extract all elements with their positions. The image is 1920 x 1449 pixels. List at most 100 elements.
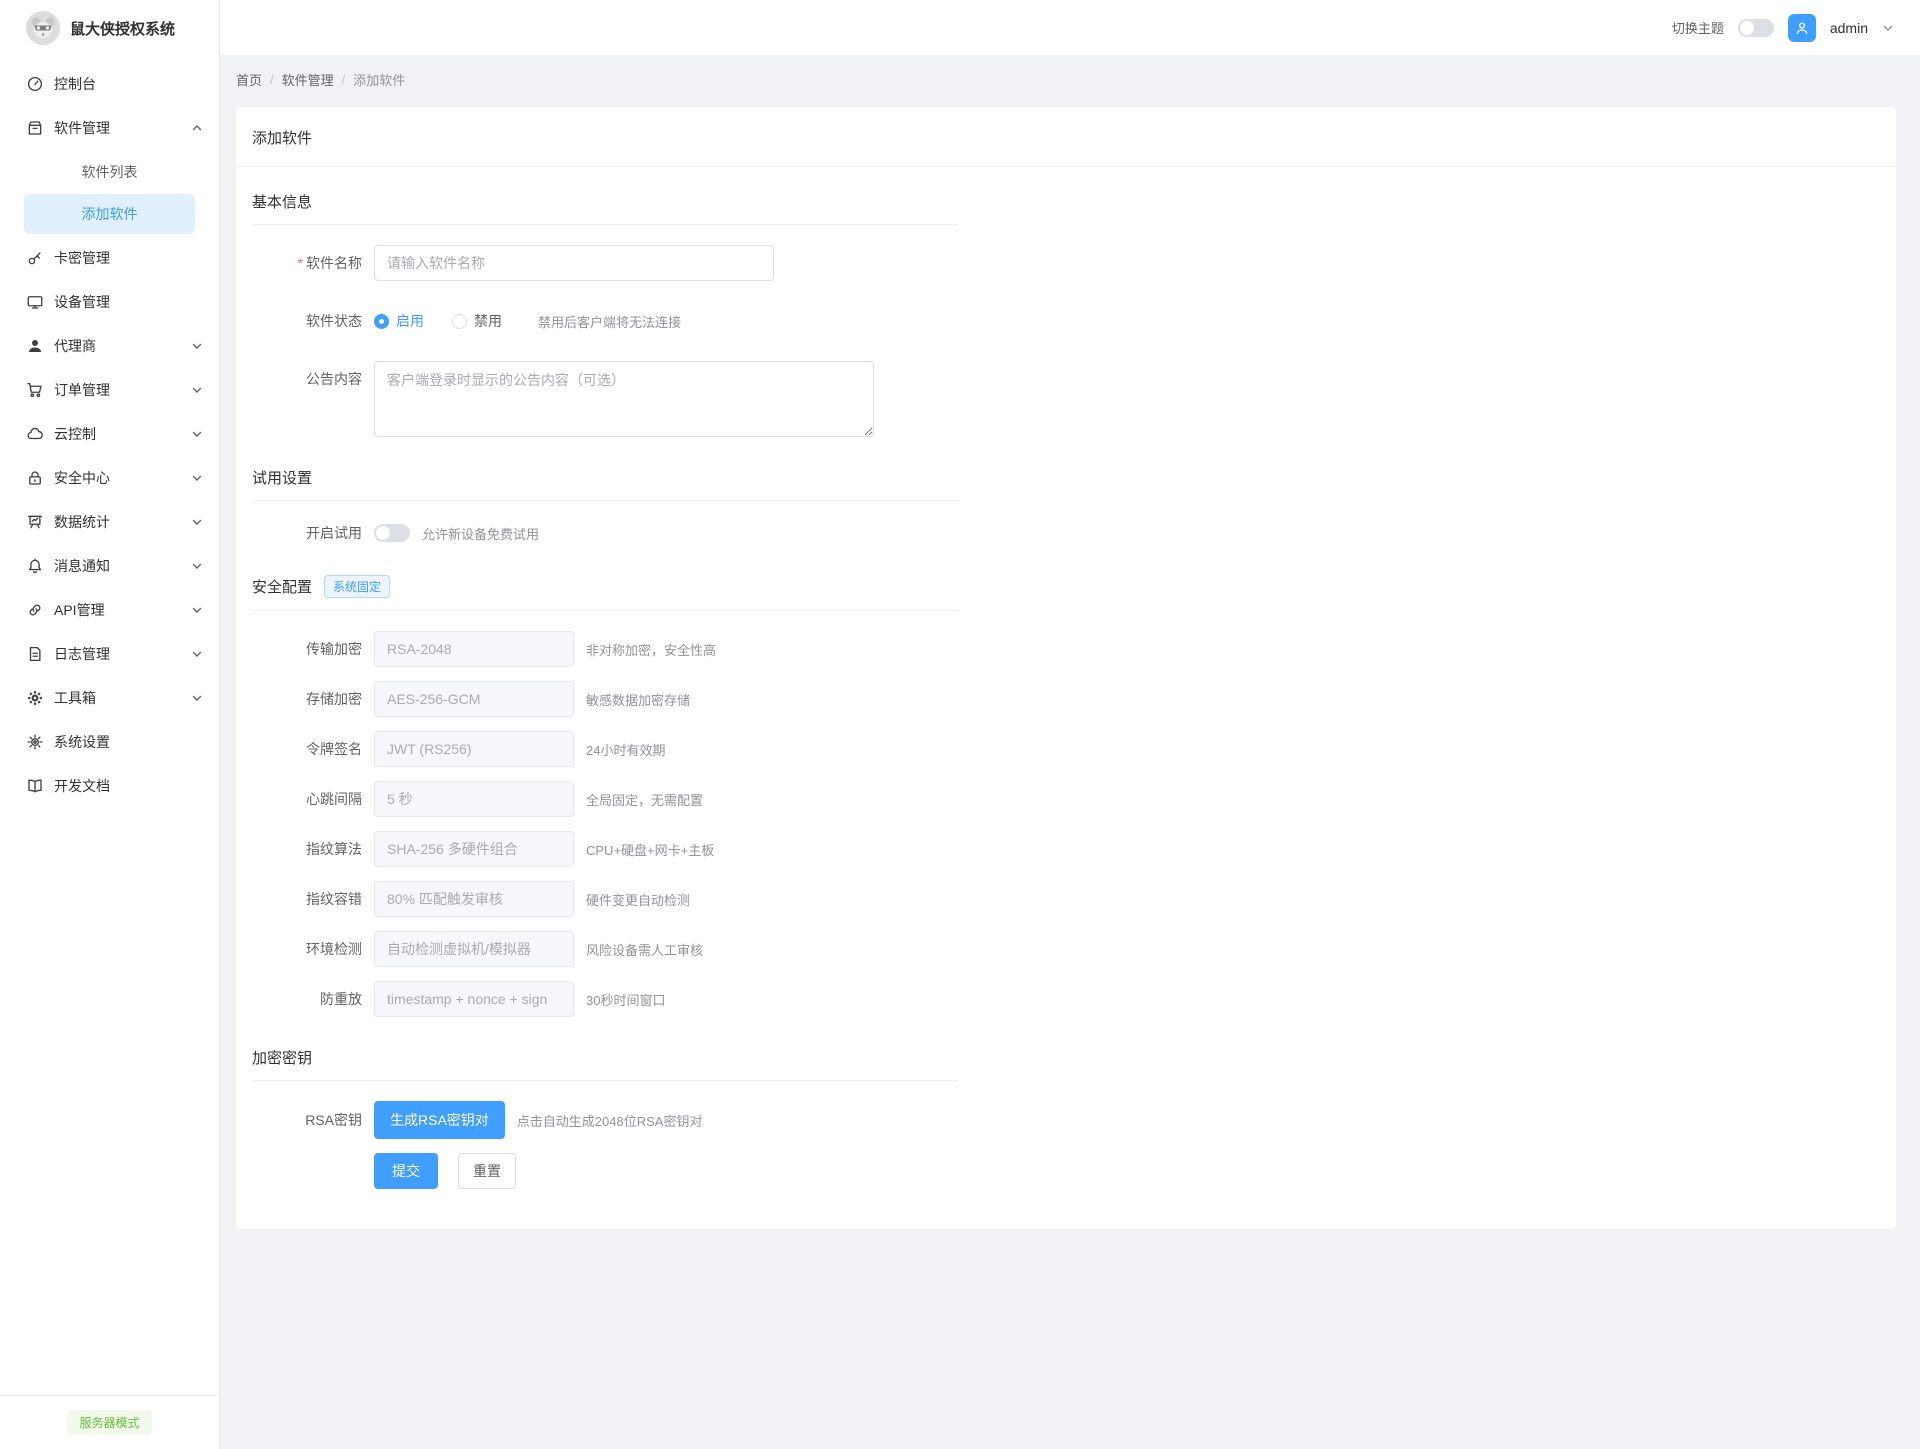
rsa-key-label: RSA密钥 (252, 1101, 362, 1139)
required-mark: * (298, 255, 303, 271)
breadcrumb-software-management[interactable]: 软件管理 (282, 70, 334, 89)
switch-knob (1740, 21, 1754, 35)
security-row-anti-replay: 防重放 30秒时间窗口 (252, 981, 958, 1017)
security-row-storage: 存储加密 敏感数据加密存储 (252, 681, 958, 717)
section-title-trial: 试用设置 (252, 467, 312, 488)
chevron-down-icon (191, 428, 203, 440)
sidebar-item-dev-docs[interactable]: 开发文档 (0, 764, 219, 808)
breadcrumb-home[interactable]: 首页 (236, 70, 262, 89)
app-logo-avatar (26, 11, 60, 45)
trial-switch-hint: 允许新设备免费试用 (422, 524, 539, 543)
software-status-row: 软件状态 启用 禁用 (252, 303, 958, 339)
sidebar-item-toolbox[interactable]: 工具箱 (0, 676, 219, 720)
chevron-down-icon (191, 340, 203, 352)
trial-switch[interactable] (374, 524, 410, 542)
cloud-icon (26, 425, 44, 443)
sidebar-item-security-center[interactable]: 安全中心 (0, 456, 219, 500)
monitor-icon (26, 293, 44, 311)
sidebar-item-software-management[interactable]: 软件管理 (0, 106, 219, 150)
software-status-label: 软件状态 (252, 303, 362, 339)
theme-toggle-label: 切换主题 (1672, 18, 1724, 37)
sidebar-item-agents[interactable]: 代理商 (0, 324, 219, 368)
chevron-down-icon (191, 648, 203, 660)
section-keys: 加密密钥 RSA密钥 生成RSA密钥对 点击自动生成2048位RSA密钥对 提交… (252, 1047, 958, 1189)
anti-replay-input (374, 981, 574, 1017)
status-radio-group: 启用 禁用 禁用后客户端将无法连接 (374, 303, 681, 339)
page-title: 添加软件 (236, 107, 1896, 167)
add-software-form: 基本信息 *软件名称 软件状态 (236, 167, 1896, 1229)
reset-button[interactable]: 重置 (458, 1153, 516, 1189)
mouse-mascot-icon (26, 11, 60, 45)
security-row-transport: 传输加密 非对称加密，安全性高 (252, 631, 958, 667)
section-title-security: 安全配置 (252, 576, 312, 597)
section-basic-info: 基本信息 *软件名称 软件状态 (252, 191, 958, 437)
toolbox-gear-icon (26, 689, 44, 707)
user-icon (26, 337, 44, 355)
page-content: 首页 / 软件管理 / 添加软件 添加软件 基本信息 (220, 56, 1920, 1449)
sidebar-item-logs[interactable]: 日志管理 (0, 632, 219, 676)
rsa-key-row: RSA密钥 生成RSA密钥对 点击自动生成2048位RSA密钥对 (252, 1101, 958, 1139)
notice-label: 公告内容 (252, 361, 362, 397)
app-title: 鼠大侠授权系统 (70, 18, 175, 39)
chevron-down-icon (191, 472, 203, 484)
sidebar-item-software-list[interactable]: 软件列表 (24, 152, 195, 192)
fingerprint-tolerance-input (374, 881, 574, 917)
sidebar-item-card-keys[interactable]: 卡密管理 (0, 236, 219, 280)
topbar: 切换主题 admin (220, 0, 1920, 56)
status-disabled-radio[interactable]: 禁用 (452, 311, 502, 331)
user-menu-chevron-icon[interactable] (1882, 22, 1894, 34)
sidebar-item-statistics[interactable]: 数据统计 (0, 500, 219, 544)
section-security: 安全配置 系统固定 传输加密 非对称加密，安全性高 存储加密 (252, 575, 958, 1017)
sidebar-item-add-software[interactable]: 添加软件 (24, 194, 195, 234)
radio-dot (452, 314, 467, 329)
security-row-fingerprint-tolerance: 指纹容错 硬件变更自动检测 (252, 881, 958, 917)
breadcrumb-current: 添加软件 (353, 70, 405, 89)
avatar[interactable] (1788, 14, 1816, 42)
trial-switch-row: 开启试用 允许新设备免费试用 (252, 521, 958, 545)
chevron-up-icon (191, 122, 203, 134)
theme-toggle-switch[interactable] (1738, 19, 1774, 37)
section-title-basic: 基本信息 (252, 191, 312, 212)
sidebar-item-api[interactable]: API管理 (0, 588, 219, 632)
sidebar-item-dashboard[interactable]: 控制台 (0, 62, 219, 106)
open-book-icon (26, 777, 44, 795)
software-name-input[interactable] (374, 245, 774, 281)
trial-switch-label: 开启试用 (252, 523, 362, 543)
notice-row: 公告内容 (252, 361, 958, 437)
environment-detection-input (374, 931, 574, 967)
software-name-row: *软件名称 (252, 245, 958, 281)
security-row-heartbeat: 心跳间隔 全局固定，无需配置 (252, 781, 958, 817)
dashboard-icon (26, 75, 44, 93)
heartbeat-interval-input (374, 781, 574, 817)
sidebar: 鼠大侠授权系统 控制台 软件管理 软件列表 (0, 0, 220, 1449)
token-signature-input (374, 731, 574, 767)
user-icon (1794, 20, 1810, 36)
chevron-down-icon (191, 384, 203, 396)
notice-textarea[interactable] (374, 361, 874, 437)
chevron-down-icon (191, 560, 203, 572)
log-icon (26, 645, 44, 663)
server-mode-badge: 服务器模式 (67, 1410, 151, 1435)
security-row-environment: 环境检测 风险设备需人工审核 (252, 931, 958, 967)
bell-icon (26, 557, 44, 575)
radio-dot (374, 314, 389, 329)
form-actions: 提交 重置 (374, 1153, 958, 1189)
generate-rsa-hint: 点击自动生成2048位RSA密钥对 (517, 1111, 703, 1130)
sidebar-item-orders[interactable]: 订单管理 (0, 368, 219, 412)
sidebar-item-notifications[interactable]: 消息通知 (0, 544, 219, 588)
sidebar-item-devices[interactable]: 设备管理 (0, 280, 219, 324)
chevron-down-icon (191, 516, 203, 528)
sidebar-item-cloud-control[interactable]: 云控制 (0, 412, 219, 456)
key-icon (26, 249, 44, 267)
submit-button[interactable]: 提交 (374, 1153, 438, 1189)
package-icon (26, 119, 44, 137)
chart-icon (26, 513, 44, 531)
lock-icon (26, 469, 44, 487)
transport-encryption-input (374, 631, 574, 667)
chevron-down-icon (191, 692, 203, 704)
security-row-token: 令牌签名 24小时有效期 (252, 731, 958, 767)
app-root: 鼠大侠授权系统 控制台 软件管理 软件列表 (0, 0, 1920, 1449)
status-enabled-radio[interactable]: 启用 (374, 311, 424, 331)
sidebar-item-system-settings[interactable]: 系统设置 (0, 720, 219, 764)
generate-rsa-button[interactable]: 生成RSA密钥对 (374, 1101, 505, 1139)
